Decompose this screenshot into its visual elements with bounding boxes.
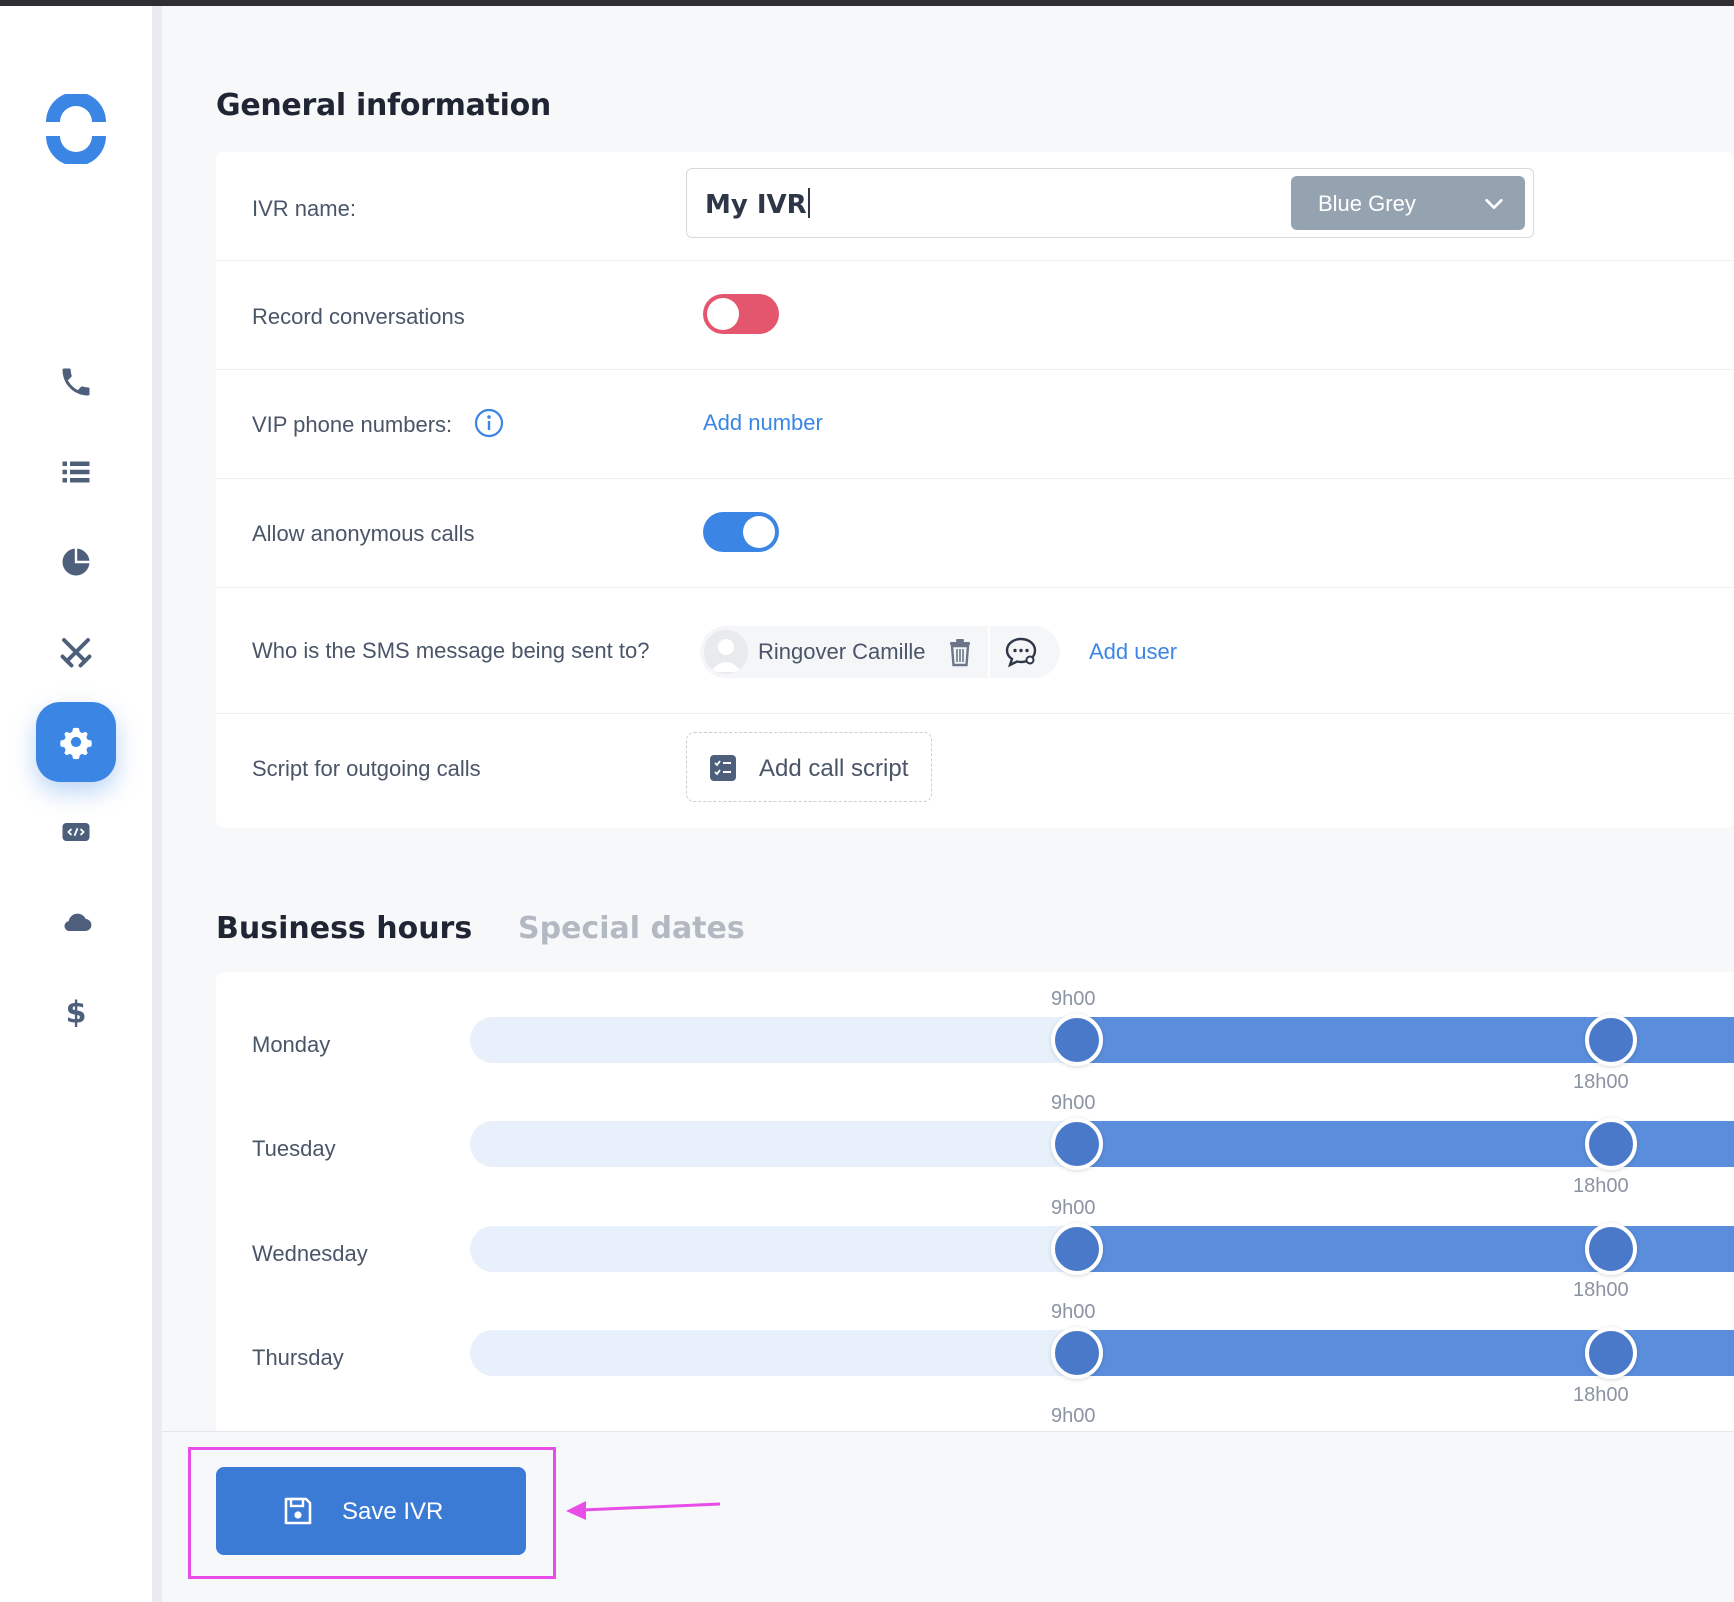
annotation-highlight-box xyxy=(188,1447,556,1579)
slider-thumb-end[interactable] xyxy=(1585,1223,1637,1275)
toggle-knob xyxy=(743,516,775,548)
slider-thumb-end[interactable] xyxy=(1585,1327,1637,1379)
record-label: Record conversations xyxy=(252,304,465,329)
sidebar-item-billing[interactable]: $ xyxy=(36,972,116,1052)
ivr-name-value: My IVR xyxy=(705,188,810,220)
trash-icon[interactable] xyxy=(946,637,974,667)
annotation-arrow-icon xyxy=(566,1501,721,1520)
sms-user-name: Ringover Camille xyxy=(758,639,926,664)
anonymous-label: Allow anonymous calls xyxy=(252,521,475,546)
end-time-label: 18h00 xyxy=(1573,1279,1629,1301)
sidebar-item-integrations[interactable] xyxy=(36,612,116,692)
avatar xyxy=(704,630,748,674)
start-time-label: 9h00 xyxy=(1051,1197,1096,1219)
next-start-time-label: 9h00 xyxy=(1051,1405,1096,1427)
sidebar-item-list[interactable] xyxy=(36,432,116,512)
sms-chat-icon[interactable] xyxy=(1004,636,1038,668)
color-select-value: Blue Grey xyxy=(1318,191,1416,216)
start-time-label: 9h00 xyxy=(1051,988,1096,1010)
start-time-label: 9h00 xyxy=(1051,1301,1096,1323)
sms-label: Who is the SMS message being sent to? xyxy=(252,638,650,663)
add-number-link[interactable]: Add number xyxy=(703,410,823,436)
code-icon xyxy=(62,823,90,841)
chevron-down-icon xyxy=(1485,198,1503,210)
sidebar-item-developers[interactable] xyxy=(36,792,116,872)
info-icon[interactable] xyxy=(474,408,504,438)
row-vip: VIP phone numbers: xyxy=(216,370,1734,479)
slider-thumb-start[interactable] xyxy=(1051,1327,1103,1379)
sidebar-item-calls[interactable] xyxy=(36,342,116,422)
svg-text:$: $ xyxy=(66,996,87,1031)
day-label-wednesday: Wednesday xyxy=(252,1241,368,1266)
sidebar-item-settings[interactable] xyxy=(36,702,116,782)
ringover-logo[interactable] xyxy=(43,94,109,164)
checklist-icon xyxy=(710,755,736,781)
row-record: Record conversations xyxy=(216,261,1734,370)
list-icon xyxy=(62,461,90,483)
tab-special-dates[interactable]: Special dates xyxy=(518,911,745,946)
slider-thumb-end[interactable] xyxy=(1585,1014,1637,1066)
script-label: Script for outgoing calls xyxy=(252,756,481,781)
phone-icon xyxy=(62,368,90,396)
general-info-card: IVR name: Record conversations VIP phone… xyxy=(216,152,1734,828)
end-time-label: 18h00 xyxy=(1573,1384,1629,1406)
add-user-link[interactable]: Add user xyxy=(1089,639,1177,665)
text-caret xyxy=(807,188,810,218)
tab-business-hours[interactable]: Business hours xyxy=(216,911,472,946)
record-toggle[interactable] xyxy=(703,294,779,334)
crossed-swords-icon xyxy=(60,638,92,668)
row-script: Script for outgoing calls xyxy=(216,714,1734,828)
start-time-label: 9h00 xyxy=(1051,1092,1096,1114)
chip-divider xyxy=(988,626,990,678)
day-label-monday: Monday xyxy=(252,1032,331,1057)
anonymous-toggle[interactable] xyxy=(703,512,779,552)
slider-thumb-end[interactable] xyxy=(1585,1118,1637,1170)
slider-thumb-start[interactable] xyxy=(1051,1118,1103,1170)
pie-chart-icon xyxy=(62,548,90,576)
sidebar-item-cloud[interactable] xyxy=(36,882,116,962)
sidebar: $ xyxy=(0,6,152,1602)
cloud-icon xyxy=(64,913,92,932)
ivr-name-label: IVR name: xyxy=(252,196,356,221)
add-call-script-label: Add call script xyxy=(759,755,909,782)
ivr-name-field[interactable]: My IVR Blue Grey xyxy=(686,168,1534,238)
day-label-thursday: Thursday xyxy=(252,1345,344,1370)
sidebar-item-statistics[interactable] xyxy=(36,522,116,602)
section-title-general: General information xyxy=(216,88,551,123)
row-anonymous: Allow anonymous calls xyxy=(216,479,1734,588)
sms-user-chip: Ringover Camille xyxy=(700,626,1060,678)
slider-thumb-start[interactable] xyxy=(1051,1223,1103,1275)
end-time-label: 18h00 xyxy=(1573,1071,1629,1093)
end-time-label: 18h00 xyxy=(1573,1175,1629,1197)
color-select[interactable]: Blue Grey xyxy=(1291,176,1525,230)
sidebar-edge xyxy=(152,6,162,1602)
vip-label: VIP phone numbers: xyxy=(252,412,453,437)
dollar-icon: $ xyxy=(66,996,87,1031)
gear-icon xyxy=(60,727,92,760)
toggle-knob xyxy=(707,298,739,330)
day-label-tuesday: Tuesday xyxy=(252,1136,336,1161)
slider-thumb-start[interactable] xyxy=(1051,1014,1103,1066)
add-call-script-button[interactable]: Add call script xyxy=(686,732,932,802)
